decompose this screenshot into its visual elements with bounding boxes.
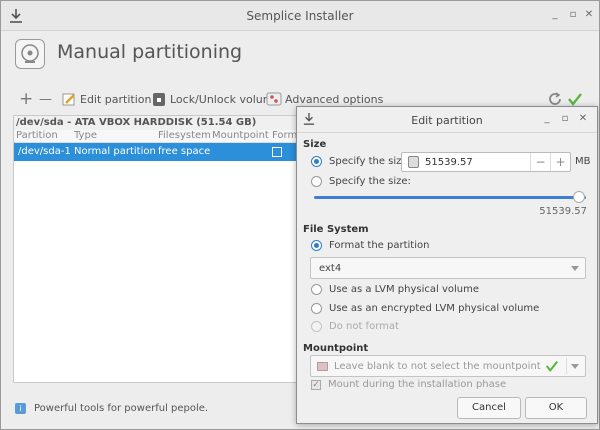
radio-button[interactable] <box>311 176 322 187</box>
slider-value: 51539.57 <box>539 206 587 217</box>
table-header: Partition Type Filesystem Mountpoint For… <box>14 130 300 143</box>
disk-partition-table: /dev/sda - ATA VBOX HARDDISK (51.54 GB) … <box>13 115 301 383</box>
size-section-title: Size <box>303 139 327 150</box>
mountpoint-section-title: Mountpoint <box>303 343 369 354</box>
folder-icon <box>317 361 328 371</box>
info-icon: i <box>15 403 26 414</box>
lock-icon <box>151 91 167 107</box>
filesystem-select-value: ext4 <box>319 262 342 274</box>
size-input[interactable]: 51539.57 <box>425 157 530 168</box>
radio-label: Use as an encrypted LVM physical volume <box>329 303 540 314</box>
disk-icon <box>15 39 45 69</box>
size-spinbox[interactable]: 51539.57 − + <box>401 152 571 172</box>
encrypted-lvm-radio[interactable]: Use as an encrypted LVM physical volume <box>311 303 539 314</box>
edit-partition-label: Edit partition <box>80 92 152 106</box>
radio-label: Specify the size: <box>329 156 411 167</box>
size-slider-track[interactable] <box>314 196 586 199</box>
radio-label: Format the partition <box>329 240 430 251</box>
lock-unlock-button[interactable]: Lock/Unlock volume <box>151 89 280 109</box>
column-header: Partition <box>16 130 58 141</box>
edit-partition-button[interactable]: Edit partition <box>61 89 151 109</box>
edit-partition-dialog: Edit partition _ ▫ ✕ Size Specify the si… <box>296 106 598 424</box>
partition-cell: /dev/sda-1 <box>18 146 71 157</box>
column-header: Type <box>74 130 97 141</box>
format-partition-radio[interactable]: Format the partition <box>311 240 429 251</box>
add-partition-button[interactable]: + <box>19 89 33 109</box>
ok-button[interactable]: OK <box>525 397 587 419</box>
mountpoint-select[interactable]: Leave blank to not select the mountpoint <box>310 355 586 377</box>
filesystem-select[interactable]: ext4 <box>310 257 586 279</box>
advanced-options-label: Advanced options <box>285 92 384 106</box>
window-titlebar: Semplice Installer _ ▫ ✕ <box>1 1 599 31</box>
settings-icon <box>266 91 282 107</box>
mountpoint-placeholder: Leave blank to not select the mountpoint <box>334 360 541 372</box>
decrease-button[interactable]: − <box>530 153 550 171</box>
size-slider-handle[interactable] <box>573 191 585 203</box>
radio-button[interactable] <box>311 303 322 314</box>
size-unit: MB <box>575 156 591 167</box>
format-checkbox[interactable] <box>272 147 282 157</box>
radio-label: Do not format <box>329 321 399 332</box>
table-row[interactable]: /dev/sda-1 Normal partition free space <box>14 143 300 161</box>
dialog-close-button[interactable]: ✕ <box>575 111 591 127</box>
check-icon <box>545 359 559 376</box>
lvm-radio[interactable]: Use as a LVM physical volume <box>311 284 479 295</box>
cancel-button[interactable]: Cancel <box>457 397 521 419</box>
disk-title: /dev/sda - ATA VBOX HARDDISK (51.54 GB) <box>14 116 300 130</box>
checkbox-label: Mount during the installation phase <box>328 379 507 390</box>
minimize-button[interactable]: _ <box>547 7 563 23</box>
footer: i Powerful tools for powerful pepole. <box>15 403 208 414</box>
dialog-minimize-button[interactable]: _ <box>539 111 555 127</box>
radio-label: Specify the size: <box>329 176 411 187</box>
mountpoint-cell <box>212 143 272 161</box>
divider <box>566 358 567 374</box>
lock-unlock-label: Lock/Unlock volume <box>170 92 281 106</box>
specify-size-radio-1[interactable]: Specify the size: <box>311 156 411 167</box>
do-not-format-radio[interactable]: Do not format <box>311 321 399 332</box>
radio-button[interactable] <box>311 321 322 332</box>
radio-button[interactable] <box>311 284 322 295</box>
dialog-maximize-button[interactable]: ▫ <box>557 111 573 127</box>
close-button[interactable]: ✕ <box>581 7 597 23</box>
maximize-button[interactable]: ▫ <box>565 7 581 23</box>
radio-button[interactable] <box>311 240 322 251</box>
column-header: Filesystem <box>158 130 211 141</box>
increase-button[interactable]: + <box>550 153 570 171</box>
radio-button[interactable] <box>311 156 322 167</box>
chevron-down-icon <box>571 364 579 369</box>
type-cell: Normal partition <box>74 146 156 157</box>
footer-text: Powerful tools for powerful pepole. <box>34 403 209 414</box>
disk-size-icon <box>408 156 419 168</box>
radio-label: Use as a LVM physical volume <box>329 284 480 295</box>
dialog-titlebar: Edit partition _ ▫ ✕ <box>297 107 597 133</box>
chevron-down-icon <box>571 266 579 271</box>
window-title: Semplice Installer <box>246 9 354 23</box>
page-title: Manual partitioning <box>57 41 243 63</box>
mount-during-install-checkbox[interactable]: ✓ Mount during the installation phase <box>311 379 506 390</box>
filesystem-section-title: File System <box>303 224 369 235</box>
specify-size-radio-2[interactable]: Specify the size: <box>311 176 411 187</box>
pencil-icon <box>61 91 77 107</box>
column-header: Mountpoint <box>212 130 269 141</box>
remove-partition-button[interactable]: — <box>39 89 52 109</box>
filesystem-cell: free space <box>158 146 211 157</box>
checkbox[interactable]: ✓ <box>311 379 321 390</box>
